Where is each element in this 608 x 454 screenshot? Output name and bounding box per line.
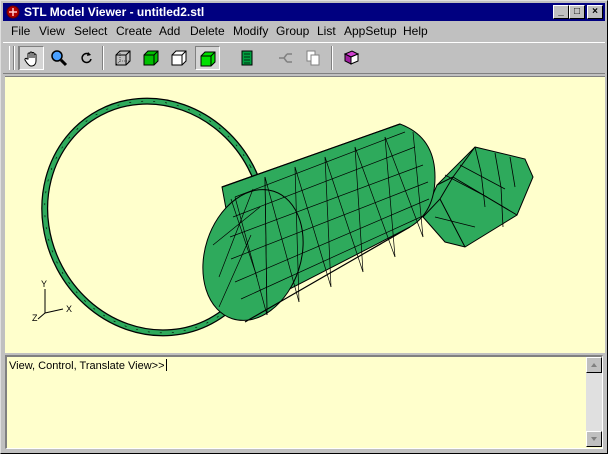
solid-green-cube-icon [200,51,216,67]
arrow-up-icon [591,363,597,367]
stl-model-render: Y X Z [32,97,534,337]
menu-appsetup[interactable]: AppSetup [344,22,397,41]
axis-triad [37,289,64,320]
rotate-icon [81,52,92,64]
axis-y-label: Y [41,279,47,289]
menu-delete[interactable]: Delete [190,22,225,41]
3d-viewport[interactable]: Y X Z [5,76,605,353]
hex-prism [422,146,534,248]
menu-create[interactable]: Create [116,22,152,41]
axis-z-label: Z [32,313,38,323]
title-bar[interactable]: STL Model Viewer - untitled2.stl _ □ × [3,3,605,21]
zoom-magnifier-icon [51,50,68,67]
hidden-line-cube-icon [171,50,187,66]
menu-modify[interactable]: Modify [233,22,268,41]
menu-view[interactable]: View [39,22,65,41]
app-window: STL Model Viewer - untitled2.stl _ □ × F… [0,0,608,454]
command-console[interactable]: View, Control, Translate View>> [5,355,603,449]
menu-help[interactable]: Help [403,22,428,41]
console-scrollbar[interactable] [586,357,602,447]
arrow-down-icon [591,437,597,441]
hand-pan-icon [24,51,37,67]
axis-x-label: X [66,304,72,314]
app-logo-icon [6,5,20,19]
facet-list-icon [241,50,253,66]
menu-bar: File View Select Create Add Delete Modif… [3,22,605,41]
window-title: STL Model Viewer - untitled2.stl [24,5,205,19]
wireframe-view-button[interactable] [111,46,136,70]
solid-view-button[interactable] [195,46,220,70]
zoom-tool-button[interactable] [47,46,72,70]
copy-icon [306,50,320,66]
wireframe-cube-icon [115,50,131,66]
shaded-cube-icon [143,50,159,66]
shaded-view-button[interactable] [139,46,164,70]
menu-select[interactable]: Select [74,22,107,41]
menu-add[interactable]: Add [159,22,180,41]
maximize-button[interactable]: □ [569,5,585,19]
facet-list-button[interactable] [235,46,260,70]
assembly-button[interactable] [273,46,298,70]
menu-file[interactable]: File [11,22,30,41]
scroll-up-button[interactable] [586,357,602,373]
text-caret [165,359,167,371]
pan-tool-button[interactable] [19,46,44,70]
toolbar-separator-2 [331,46,333,70]
copy-button[interactable] [301,46,326,70]
menu-list[interactable]: List [317,22,336,41]
help-book-button[interactable] [339,46,364,70]
command-line[interactable]: View, Control, Translate View>> [9,359,167,372]
close-button[interactable]: × [587,5,603,19]
menu-group[interactable]: Group [276,22,309,41]
cylinder [202,123,436,323]
minimize-button[interactable]: _ [553,5,569,19]
toolbar-separator [102,46,104,70]
help-book-icon [343,50,360,65]
scroll-down-button[interactable] [586,431,602,447]
toolbar [3,42,605,74]
command-prompt: View, Control, Translate View>> [9,360,165,372]
hidden-line-view-button[interactable] [167,46,192,70]
assembly-icon [279,53,292,63]
rotate-tool-button[interactable] [75,46,100,70]
